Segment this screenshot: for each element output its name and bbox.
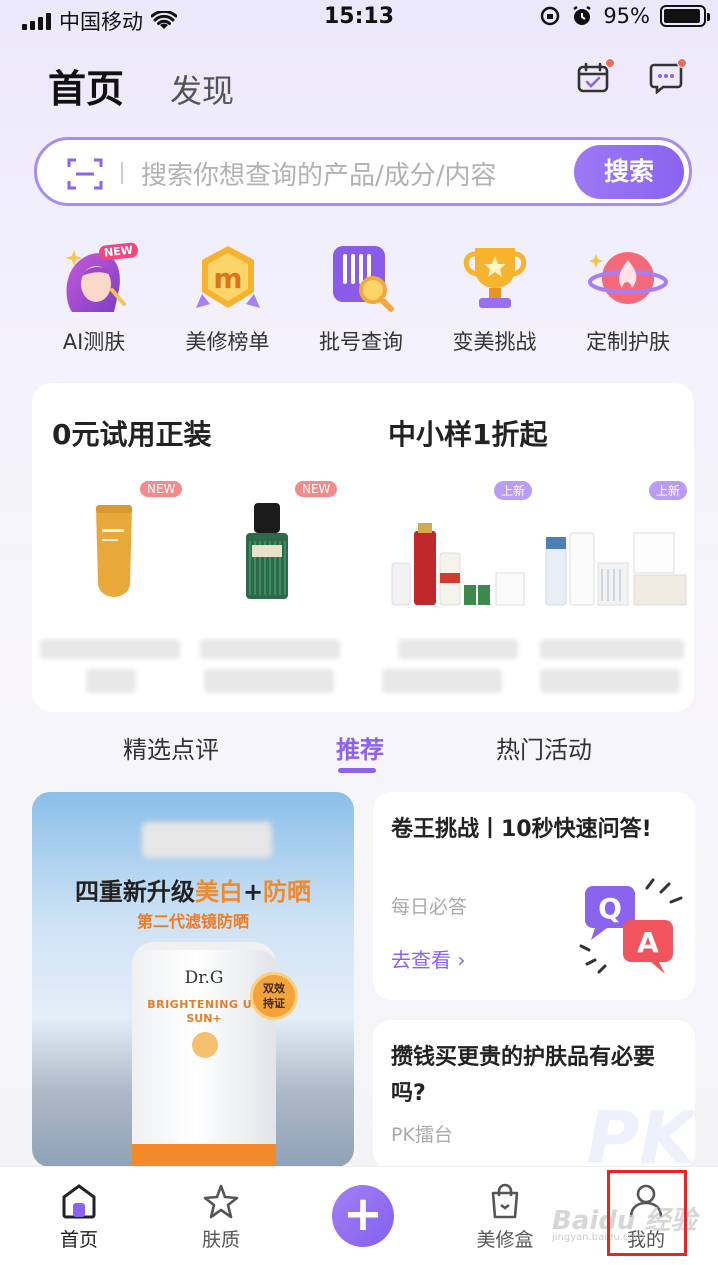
scan-icon[interactable] [67, 156, 103, 192]
batch-search-icon [321, 242, 401, 314]
alarm-icon [573, 5, 592, 25]
blurred-product-name [540, 639, 684, 659]
entry-batch-search[interactable]: 批号查询 [301, 242, 421, 356]
entry-challenge[interactable]: 变美挑战 [435, 242, 555, 356]
star-sparkle-icon [203, 1184, 239, 1219]
svg-text:m: m [213, 262, 242, 295]
ranking-medal-icon: m [188, 242, 268, 314]
ad-product-tube: Dr.G BRIGHTENING UP SUN+ [132, 942, 276, 1167]
custom-care-icon [588, 242, 668, 314]
nav-skin[interactable]: 肤质 [176, 1183, 266, 1252]
product-image-sample-set[interactable] [388, 523, 528, 609]
blurred-ad-text [142, 822, 272, 858]
feed-ad-card[interactable]: 四重新升级美白+防晒 第二代滤镜防晒 Dr.G BRIGHTENING UP S… [32, 792, 354, 1167]
product-image-skincare-set[interactable] [542, 523, 690, 609]
svg-text:A: A [637, 926, 659, 959]
new-arrival-tag: 上新 [494, 481, 533, 500]
ad-headline-highlight: 美白 [194, 878, 243, 906]
header-tabs: 首页 发现 [48, 58, 234, 113]
nav-box[interactable]: 美修盒 [460, 1183, 550, 1252]
new-arrival-tag: 上新 [649, 481, 688, 500]
home-icon [62, 1184, 96, 1219]
sun-icon [192, 1032, 218, 1058]
calendar-notification-dot [605, 58, 615, 68]
rotation-lock-icon [541, 6, 560, 26]
entry-label: 变美挑战 [452, 330, 537, 354]
ai-skin-icon: NEW [54, 242, 139, 314]
feed-card-quiz[interactable]: 卷王挑战丨10秒快速问答! 每日必答 去查看 › Q A [373, 792, 695, 1000]
new-tag: NEW [140, 481, 183, 497]
svg-text:Q: Q [598, 892, 622, 925]
entry-label: 美修榜单 [185, 330, 270, 354]
blurred-product-price [204, 669, 334, 693]
message-icon[interactable] [649, 58, 687, 95]
trial-left-title[interactable]: 0元试用正装 [52, 413, 211, 453]
feed-card-pk[interactable]: PK 攒钱买更贵的护肤品有必要吗? PK擂台 [373, 1020, 695, 1170]
ad-seal-badge: 双效 持证 [250, 972, 298, 1020]
entry-label: 批号查询 [319, 330, 403, 354]
ad-subline: 第二代滤镜防晒 [136, 912, 249, 931]
feed-card-title: 攒钱买更贵的护肤品有必要吗? [391, 1045, 656, 1106]
add-button[interactable]: + [332, 1185, 394, 1247]
blurred-product-price [382, 669, 502, 693]
tube-band [132, 1144, 276, 1167]
search-button[interactable]: 搜索 [574, 145, 684, 199]
view-link[interactable]: 去查看 › [391, 944, 465, 973]
nav-label: 美修盒 [476, 1229, 534, 1251]
trial-card: 0元试用正装 中小样1折起 NEW NEW 上新 上新 [32, 383, 694, 712]
entry-label: AI测肤 [62, 330, 126, 354]
tab-home[interactable]: 首页 [48, 58, 124, 113]
ad-headline-highlight: 防晒 [263, 878, 312, 906]
blurred-product-name [398, 639, 518, 659]
calendar-check-icon[interactable] [577, 58, 615, 94]
blurred-product-price [540, 669, 680, 693]
shopping-bag-icon [491, 1183, 519, 1219]
content-tabs: 精选点评 推荐 热门活动 [0, 730, 718, 774]
blurred-product-name [40, 639, 180, 659]
trophy-icon [455, 242, 535, 314]
status-right: 95% [539, 4, 710, 28]
feed-card-title: 卷王挑战丨10秒快速问答! [391, 817, 652, 842]
ad-headline-part: + [242, 878, 264, 906]
ad-headline: 四重新升级美白+防晒 [32, 872, 354, 907]
quick-entries: NEW AI测肤 m 美修榜单 批号查询 变美挑战 定制护肤 [34, 242, 688, 356]
search-separator [121, 162, 123, 184]
tab-discover[interactable]: 发现 [170, 66, 234, 112]
blurred-product-price [86, 669, 136, 693]
tab-featured-reviews[interactable]: 精选点评 [123, 730, 219, 765]
highlight-box [607, 1170, 687, 1256]
entry-ai-skin[interactable]: NEW AI测肤 [34, 242, 154, 356]
search-input[interactable]: 搜索你想查询的产品/成分/内容 [141, 155, 497, 192]
tab-hot-events[interactable]: 热门活动 [496, 730, 592, 765]
entry-ranking[interactable]: m 美修榜单 [168, 242, 288, 356]
entry-label: 定制护肤 [586, 330, 670, 354]
nav-label: 肤质 [201, 1229, 240, 1251]
new-tag: NEW [295, 481, 338, 497]
tube-product-sub: SUN+ [186, 1012, 222, 1025]
message-notification-dot [677, 58, 687, 68]
battery-icon [660, 5, 710, 27]
entry-custom-care[interactable]: 定制护肤 [568, 242, 688, 356]
product-image-sunscreen[interactable] [90, 503, 138, 599]
blurred-product-name [200, 639, 340, 659]
tab-recommend[interactable]: 推荐 [336, 730, 384, 765]
feed-card-subtitle: PK擂台 [391, 1124, 453, 1146]
battery-percent: 95% [603, 4, 650, 28]
search-bar[interactable]: 搜索你想查询的产品/成分/内容 搜索 [34, 137, 692, 206]
ad-headline-part: 四重新升级 [74, 878, 195, 906]
status-bar: 中国移动 15:13 95% [0, 0, 718, 36]
active-tab-indicator [338, 768, 376, 773]
product-image-perfume[interactable] [242, 501, 292, 601]
nav-label: 首页 [59, 1229, 98, 1251]
nav-home[interactable]: 首页 [34, 1183, 124, 1252]
qa-bubble-icon: Q A [579, 878, 683, 974]
feed-card-subtitle: 每日必答 [391, 896, 468, 918]
trial-right-title[interactable]: 中小样1折起 [388, 413, 547, 453]
